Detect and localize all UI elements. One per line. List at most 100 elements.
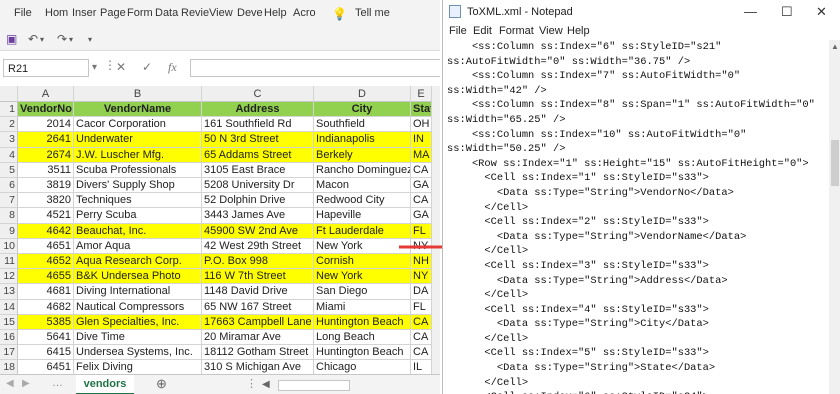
cell-vendor-name[interactable]: Dive Time — [74, 330, 202, 346]
cell-vendor-no[interactable]: 5385 — [18, 314, 74, 330]
column-header-a[interactable]: A — [18, 86, 74, 102]
ribbon-tab-home[interactable]: Hom — [45, 7, 68, 19]
cell-state[interactable]: GA — [411, 178, 432, 194]
cell-address[interactable]: 65 NW 167 Street — [202, 299, 314, 315]
column-header-e[interactable]: E — [411, 86, 432, 102]
more-sheets-icon[interactable]: … — [52, 377, 63, 389]
cell-city[interactable]: Ft Lauderdale — [314, 223, 411, 239]
cell-address[interactable]: 161 Southfield Rd — [202, 117, 314, 133]
cell-vendor-name[interactable]: Diving International — [74, 284, 202, 300]
horizontal-scrollbar[interactable] — [278, 380, 350, 391]
column-header-d[interactable]: D — [314, 86, 411, 102]
row-header[interactable]: 16 — [0, 330, 18, 346]
cell-vendor-name[interactable]: Aqua Research Corp. — [74, 254, 202, 270]
cell-vendor-no[interactable]: 4521 — [18, 208, 74, 224]
cell-state[interactable]: MA — [411, 147, 432, 163]
ribbon-tab-developer[interactable]: Deve — [237, 7, 263, 19]
row-header[interactable]: 4 — [0, 147, 18, 163]
ribbon-tab-page-layout[interactable]: Page — [100, 7, 126, 19]
cell-city[interactable]: Long Beach — [314, 330, 411, 346]
cell-vendor-no[interactable]: 4681 — [18, 284, 74, 300]
cell-vendor-name[interactable]: Divers' Supply Shop — [74, 178, 202, 194]
ribbon-tab-help[interactable]: Help — [264, 7, 287, 19]
column-header-c[interactable]: C — [202, 86, 314, 102]
cell-address[interactable]: 50 N 3rd Street — [202, 132, 314, 148]
cell-address[interactable]: 3105 East Brace — [202, 162, 314, 178]
cell-city[interactable]: New York — [314, 269, 411, 285]
cell-city[interactable]: Huntington Beach — [314, 314, 411, 330]
cell-state[interactable]: CA — [411, 314, 432, 330]
column-header-b[interactable]: B — [74, 86, 202, 102]
cell-address[interactable]: 52 Dolphin Drive — [202, 193, 314, 209]
maximize-icon[interactable]: ☐ — [781, 4, 793, 20]
cell-city[interactable]: Miami — [314, 299, 411, 315]
cancel-icon[interactable]: ✕ — [116, 60, 126, 74]
cell-vendor-name[interactable]: Beauchat, Inc. — [74, 223, 202, 239]
cell-vendor-name[interactable]: B&K Undersea Photo — [74, 269, 202, 285]
menu-file[interactable]: File — [449, 25, 467, 37]
tell-me-box[interactable]: Tell me — [355, 7, 390, 19]
cell-address[interactable]: 45900 SW 2nd Ave — [202, 223, 314, 239]
scroll-thumb[interactable] — [831, 140, 839, 186]
row-header[interactable]: 8 — [0, 208, 18, 224]
cell-address[interactable]: 116 W 7th Street — [202, 269, 314, 285]
header-cell-address[interactable]: Address — [202, 102, 314, 118]
cell-vendor-name[interactable]: Perry Scuba — [74, 208, 202, 224]
header-cell-vendor-no[interactable]: VendorNo — [18, 102, 74, 118]
cell-state[interactable]: CA — [411, 330, 432, 346]
cell-city[interactable]: Cornish — [314, 254, 411, 270]
row-header[interactable]: 11 — [0, 254, 18, 270]
cell-state[interactable]: CA — [411, 193, 432, 209]
menu-view[interactable]: View — [539, 25, 563, 37]
row-header[interactable]: 17 — [0, 345, 18, 361]
cell-address[interactable]: 65 Addams Street — [202, 147, 314, 163]
cell-state[interactable]: DA — [411, 284, 432, 300]
name-box-dropdown-icon[interactable]: ▾ — [92, 62, 97, 73]
cell-vendor-no[interactable]: 4682 — [18, 299, 74, 315]
cell-city[interactable]: Hapeville — [314, 208, 411, 224]
row-header[interactable]: 10 — [0, 238, 18, 254]
hscroll-left-icon[interactable]: ◀ — [262, 379, 270, 390]
header-cell-vendor-name[interactable]: VendorName — [74, 102, 202, 118]
undo-dropdown-icon[interactable]: ▾ — [40, 35, 44, 44]
cell-vendor-name[interactable]: Techniques — [74, 193, 202, 209]
cell-address[interactable]: 18112 Gotham Street — [202, 345, 314, 361]
cell-vendor-no[interactable]: 2674 — [18, 147, 74, 163]
row-header[interactable]: 13 — [0, 284, 18, 300]
row-header[interactable]: 1 — [0, 102, 18, 118]
row-header[interactable]: 12 — [0, 269, 18, 285]
cell-state[interactable]: CA — [411, 345, 432, 361]
cell-vendor-name[interactable]: Glen Specialties, Inc. — [74, 314, 202, 330]
cell-city[interactable]: Rancho Dominguez — [314, 162, 411, 178]
cell-vendor-name[interactable]: Scuba Professionals — [74, 162, 202, 178]
cell-address[interactable]: 42 West 29th Street — [202, 238, 314, 254]
menu-format[interactable]: Format — [499, 25, 534, 37]
cell-vendor-no[interactable]: 4642 — [18, 223, 74, 239]
ribbon-tab-insert[interactable]: Inser — [72, 7, 96, 19]
cell-vendor-name[interactable]: J.W. Luscher Mfg. — [74, 147, 202, 163]
cell-state[interactable]: FL — [411, 299, 432, 315]
notepad-vertical-scrollbar[interactable]: ▲ — [829, 40, 840, 394]
row-header[interactable]: 14 — [0, 299, 18, 315]
cell-vendor-no[interactable]: 3819 — [18, 178, 74, 194]
customize-qat-icon[interactable]: ▾ — [88, 35, 92, 44]
cell-address[interactable]: 20 Miramar Ave — [202, 330, 314, 346]
cell-address[interactable]: 1148 David Drive — [202, 284, 314, 300]
cell-city[interactable]: Huntington Beach — [314, 345, 411, 361]
cell-vendor-name[interactable]: Cacor Corporation — [74, 117, 202, 133]
notepad-text-area[interactable]: <ss:Column ss:Index="6" ss:StyleID="s21"… — [447, 40, 827, 394]
enter-icon[interactable]: ✓ — [142, 60, 152, 74]
menu-help[interactable]: Help — [567, 25, 590, 37]
header-cell-state[interactable]: Stat — [411, 102, 432, 118]
cell-vendor-name[interactable]: Underwater — [74, 132, 202, 148]
cell-state[interactable]: CA — [411, 162, 432, 178]
scroll-up-icon[interactable]: ▲ — [831, 42, 839, 51]
cell-state[interactable]: OH — [411, 117, 432, 133]
cell-vendor-no[interactable]: 4651 — [18, 238, 74, 254]
cell-city[interactable]: New York — [314, 238, 411, 254]
save-icon[interactable]: ▣ — [6, 32, 17, 46]
row-header[interactable]: 2 — [0, 117, 18, 133]
cell-state[interactable]: GA — [411, 208, 432, 224]
cell-vendor-name[interactable]: Undersea Systems, Inc. — [74, 345, 202, 361]
ribbon-tab-review[interactable]: Revie — [181, 7, 209, 19]
